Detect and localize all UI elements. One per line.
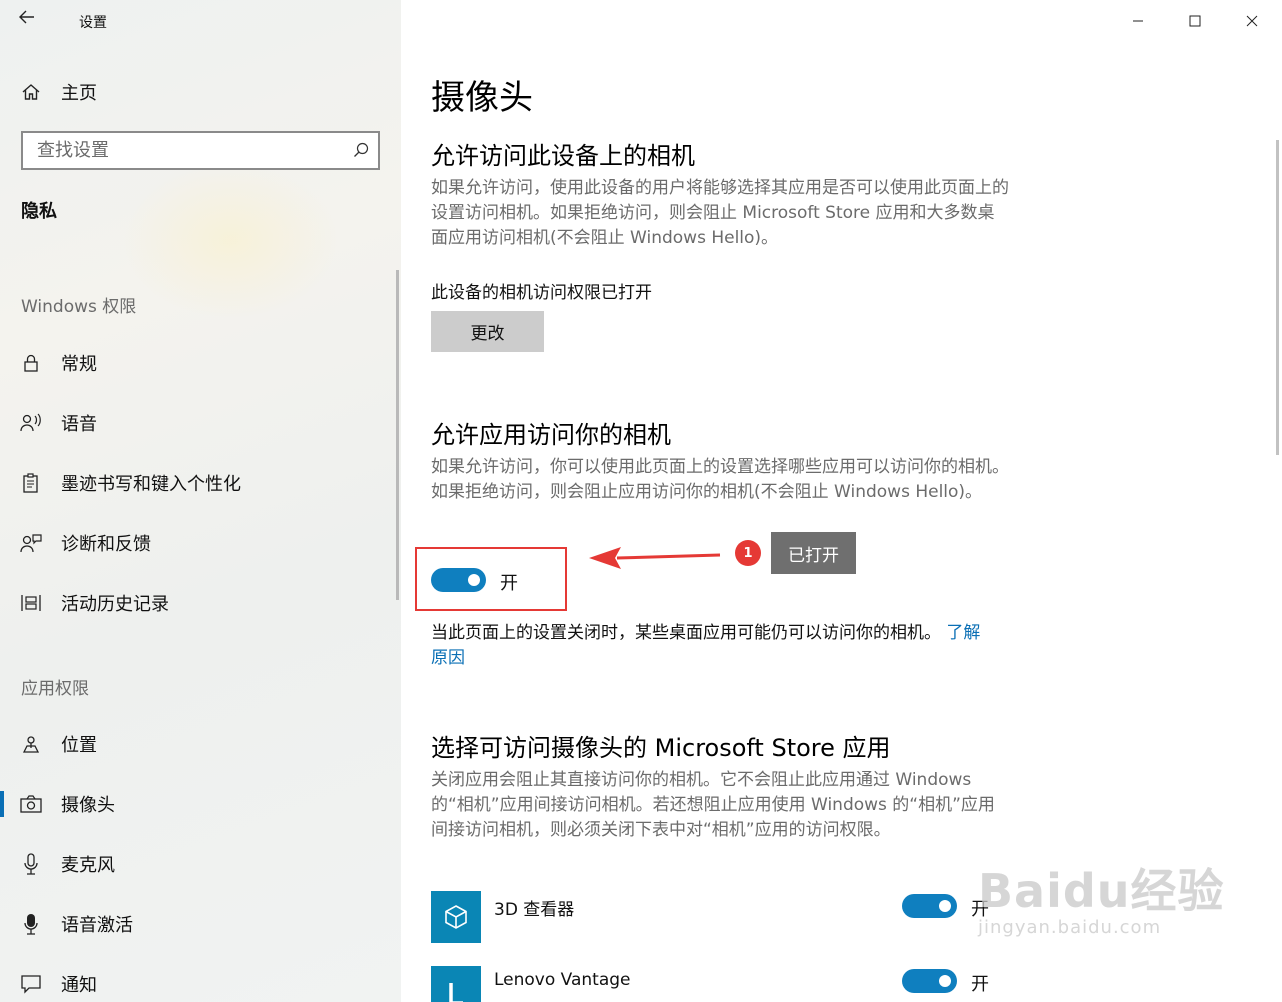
app-toggle[interactable] [902,894,957,918]
toggle-knob [468,574,480,586]
sidebar-item-label: 位置 [61,735,97,756]
change-button[interactable]: 更改 [431,311,544,352]
notification-icon [20,973,42,995]
app-access-toggle[interactable] [431,568,486,592]
back-button[interactable] [18,8,46,34]
search-input[interactable] [23,133,333,168]
watermark-main: Baidu经验 [978,864,1225,918]
annotation-number-badge: 1 [735,540,761,566]
sidebar: 设置 主页 隐私 Windows 权限 常规 语音 墨迹书写和键入个性化 [0,0,401,1002]
sidebar-item-general[interactable]: 常规 [0,339,401,387]
annotation-arrow [589,547,721,569]
minimize-icon [1133,20,1143,22]
app-access-heading: 允许应用访问你的相机 [431,421,671,449]
app-name: 3D 查看器 [494,900,575,920]
sidebar-item-microphone[interactable]: 麦克风 [0,840,401,888]
section-heading-apps: 应用权限 [21,679,89,699]
app-row: Lenovo Vantage 开 [431,966,1231,1002]
sidebar-item-inking[interactable]: 墨迹书写和键入个性化 [0,459,401,507]
sidebar-item-camera[interactable]: 摄像头 [0,780,401,828]
voice-activation-icon [20,913,42,935]
device-access-description: 如果允许访问，使用此设备的用户将能够选择其应用是否可以使用此页面上的设置访问相机… [431,178,1009,248]
close-icon [1246,15,1258,27]
app-toggle-label: 开 [971,974,989,995]
maximize-button[interactable] [1180,8,1210,34]
sidebar-item-voice-activation[interactable]: 语音激活 [0,900,401,948]
annotation-tooltip: 已打开 [771,532,856,574]
toggle-knob [939,975,951,987]
microphone-icon [20,853,42,875]
sidebar-item-label: 常规 [61,354,97,375]
feedback-person-icon [20,532,42,554]
main-content: 摄像头 允许访问此设备上的相机 如果允许访问，使用此设备的用户将能够选择其应用是… [401,0,1282,1002]
cube-icon [431,891,481,943]
sidebar-item-diagnostics[interactable]: 诊断和反馈 [0,519,401,567]
app-name: Lenovo Vantage [494,970,631,990]
sidebar-item-label: 通知 [61,975,97,996]
baidu-watermark: Baidu经验 jingyan.baidu.com [978,855,1225,938]
store-apps-heading: 选择可访问摄像头的 Microsoft Store 应用 [431,734,891,762]
back-arrow-icon [19,10,34,24]
minimize-button[interactable] [1123,8,1153,34]
camera-icon [20,793,42,815]
app-access-note: 当此页面上的设置关闭时，某些桌面应用可能仍可以访问你的相机。 了解原因 [431,621,991,671]
lock-icon [20,352,42,374]
clipboard-pen-icon [20,472,42,494]
lenovo-l-icon [431,966,481,1002]
category-heading: 隐私 [21,201,57,222]
window-title: 设置 [79,15,107,31]
app-toggle[interactable] [902,969,957,993]
sidebar-item-speech[interactable]: 语音 [0,399,401,447]
sidebar-item-label: 墨迹书写和键入个性化 [61,474,241,495]
sidebar-item-label: 主页 [61,83,97,104]
device-access-status: 此设备的相机访问权限已打开 [431,283,652,303]
app-access-toggle-label: 开 [500,573,518,594]
note-text: 当此页面上的设置关闭时，某些桌面应用可能仍可以访问你的相机。 [431,623,941,643]
sidebar-item-notifications[interactable]: 通知 [0,960,401,1002]
sidebar-scrollbar[interactable] [396,270,399,600]
sidebar-item-label: 语音 [61,414,97,435]
section-heading-windows: Windows 权限 [21,297,137,317]
sidebar-item-location[interactable]: 位置 [0,720,401,768]
search-icon[interactable] [353,142,369,162]
home-icon [20,81,42,103]
search-box[interactable] [21,131,380,170]
location-icon [20,733,42,755]
app-access-description: 如果允许访问，你可以使用此页面上的设置选择哪些应用可以访问你的相机。如果拒绝访问… [431,457,1009,502]
sidebar-item-label: 麦克风 [61,855,115,876]
maximize-icon [1189,15,1201,27]
sidebar-item-home[interactable]: 主页 [0,68,401,116]
speech-icon [20,412,42,434]
device-access-heading: 允许访问此设备上的相机 [431,142,695,170]
sidebar-item-label: 语音激活 [61,915,133,936]
page-title: 摄像头 [431,78,533,118]
store-apps-description: 关闭应用会阻止其直接访问你的相机。它不会阻止此应用通过 Windows 的“相机… [431,770,995,840]
close-button[interactable] [1237,8,1267,34]
sidebar-item-label: 活动历史记录 [61,594,169,615]
sidebar-item-label: 摄像头 [61,795,115,816]
main-scrollbar[interactable] [1276,140,1279,455]
sidebar-item-activity-history[interactable]: 活动历史记录 [0,579,401,627]
sidebar-item-label: 诊断和反馈 [61,534,151,555]
toggle-knob [939,900,951,912]
timeline-icon [20,592,42,614]
